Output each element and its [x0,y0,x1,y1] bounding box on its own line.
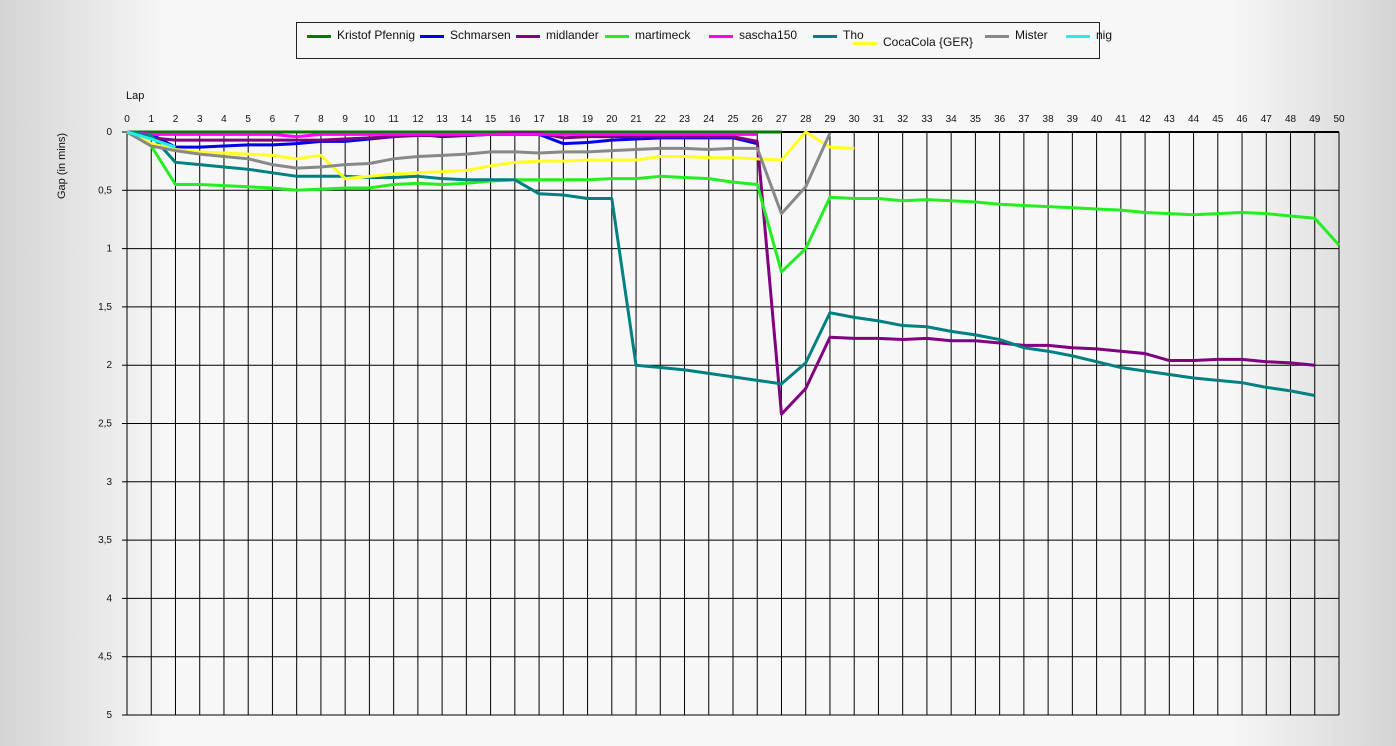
x-tick-label: 17 [534,114,546,125]
y-tick-label: 2,5 [98,419,112,430]
x-tick-label: 24 [703,114,715,125]
x-tick-label: 37 [1018,114,1030,125]
y-tick-label: 4 [106,593,112,604]
x-tick-label: 18 [558,114,570,125]
x-tick-label: 6 [270,114,276,125]
x-tick-label: 25 [727,114,739,125]
x-tick-label: 0 [124,114,130,125]
y-tick-label: 1,5 [98,302,112,313]
x-tick-label: 36 [994,114,1006,125]
x-tick-label: 21 [630,114,642,125]
x-tick-label: 28 [800,114,812,125]
x-tick-label: 23 [679,114,691,125]
x-tick-label: 5 [245,114,251,125]
grid-lines [126,131,1340,716]
series-line-tho [126,130,1316,397]
series-line-midlander [126,130,1315,416]
y-tick-label: 3,5 [98,535,112,546]
x-tick-label: 45 [1212,114,1224,125]
x-tick-label: 14 [461,114,473,125]
y-tick-label: 2 [106,360,112,371]
x-tick-label: 16 [509,114,521,125]
axes: 0 1 2 3 4 5 6 7 8 9 10 11 12 13 14 15 16 17 18 19 20 21 22 23 24… [98,114,1345,721]
x-tick-label: 46 [1236,114,1248,125]
y-tick-label: 1 [106,244,112,255]
y-tick-label: 3 [106,477,112,488]
x-tick-label: 12 [412,114,424,125]
x-tick-label: 40 [1091,114,1103,125]
x-tick-label: 32 [897,114,909,125]
x-tick-label: 13 [437,114,449,125]
x-tick-label: 34 [946,114,958,125]
x-tick-label: 19 [582,114,594,125]
x-tick-label: 3 [197,114,203,125]
y-axis-title: Gap (in mins) [56,133,68,199]
x-tick-label: 48 [1285,114,1297,125]
x-tick-label: 11 [388,114,399,125]
x-tick-label: 30 [849,114,861,125]
x-tick-label: 29 [824,114,836,125]
x-tick-label: 8 [318,114,324,125]
x-tick-label: 49 [1309,114,1321,125]
y-tick-label: 0,5 [98,185,112,196]
x-tick-label: 44 [1188,114,1200,125]
x-tick-label: 43 [1164,114,1176,125]
x-tick-label: 22 [655,114,667,125]
x-tick-label: 2 [173,114,179,125]
x-tick-label: 47 [1261,114,1273,125]
x-tick-label: 35 [970,114,982,125]
chart-plot: 0 1 2 3 4 5 6 7 8 9 10 11 12 13 14 15 16 17 18 19 20 21 22 23 24… [56,90,1345,721]
x-tick-label: 15 [485,114,497,125]
x-axis-title: Lap [126,90,144,102]
x-tick-label: 27 [776,114,788,125]
y-tick-label: 0 [106,127,112,138]
x-tick-label: 10 [364,114,376,125]
x-tick-label: 9 [342,114,348,125]
x-tick-label: 38 [1043,114,1055,125]
x-tick-label: 33 [921,114,933,125]
x-tick-label: 4 [221,114,227,125]
y-tick-label: 5 [106,710,112,721]
x-tick-label: 20 [606,114,618,125]
x-tick-label: 1 [148,114,154,125]
x-tick-label: 39 [1067,114,1079,125]
x-tick-label: 7 [294,114,300,125]
axis-labels: Lap Gap (in mins) [56,90,144,199]
y-tick-label: 4,5 [98,652,112,663]
x-tick-label: 31 [873,114,885,125]
x-tick-label: 26 [752,114,764,125]
x-tick-label: 41 [1115,114,1127,125]
x-tick-label: 50 [1333,114,1345,125]
x-tick-label: 42 [1140,114,1152,125]
